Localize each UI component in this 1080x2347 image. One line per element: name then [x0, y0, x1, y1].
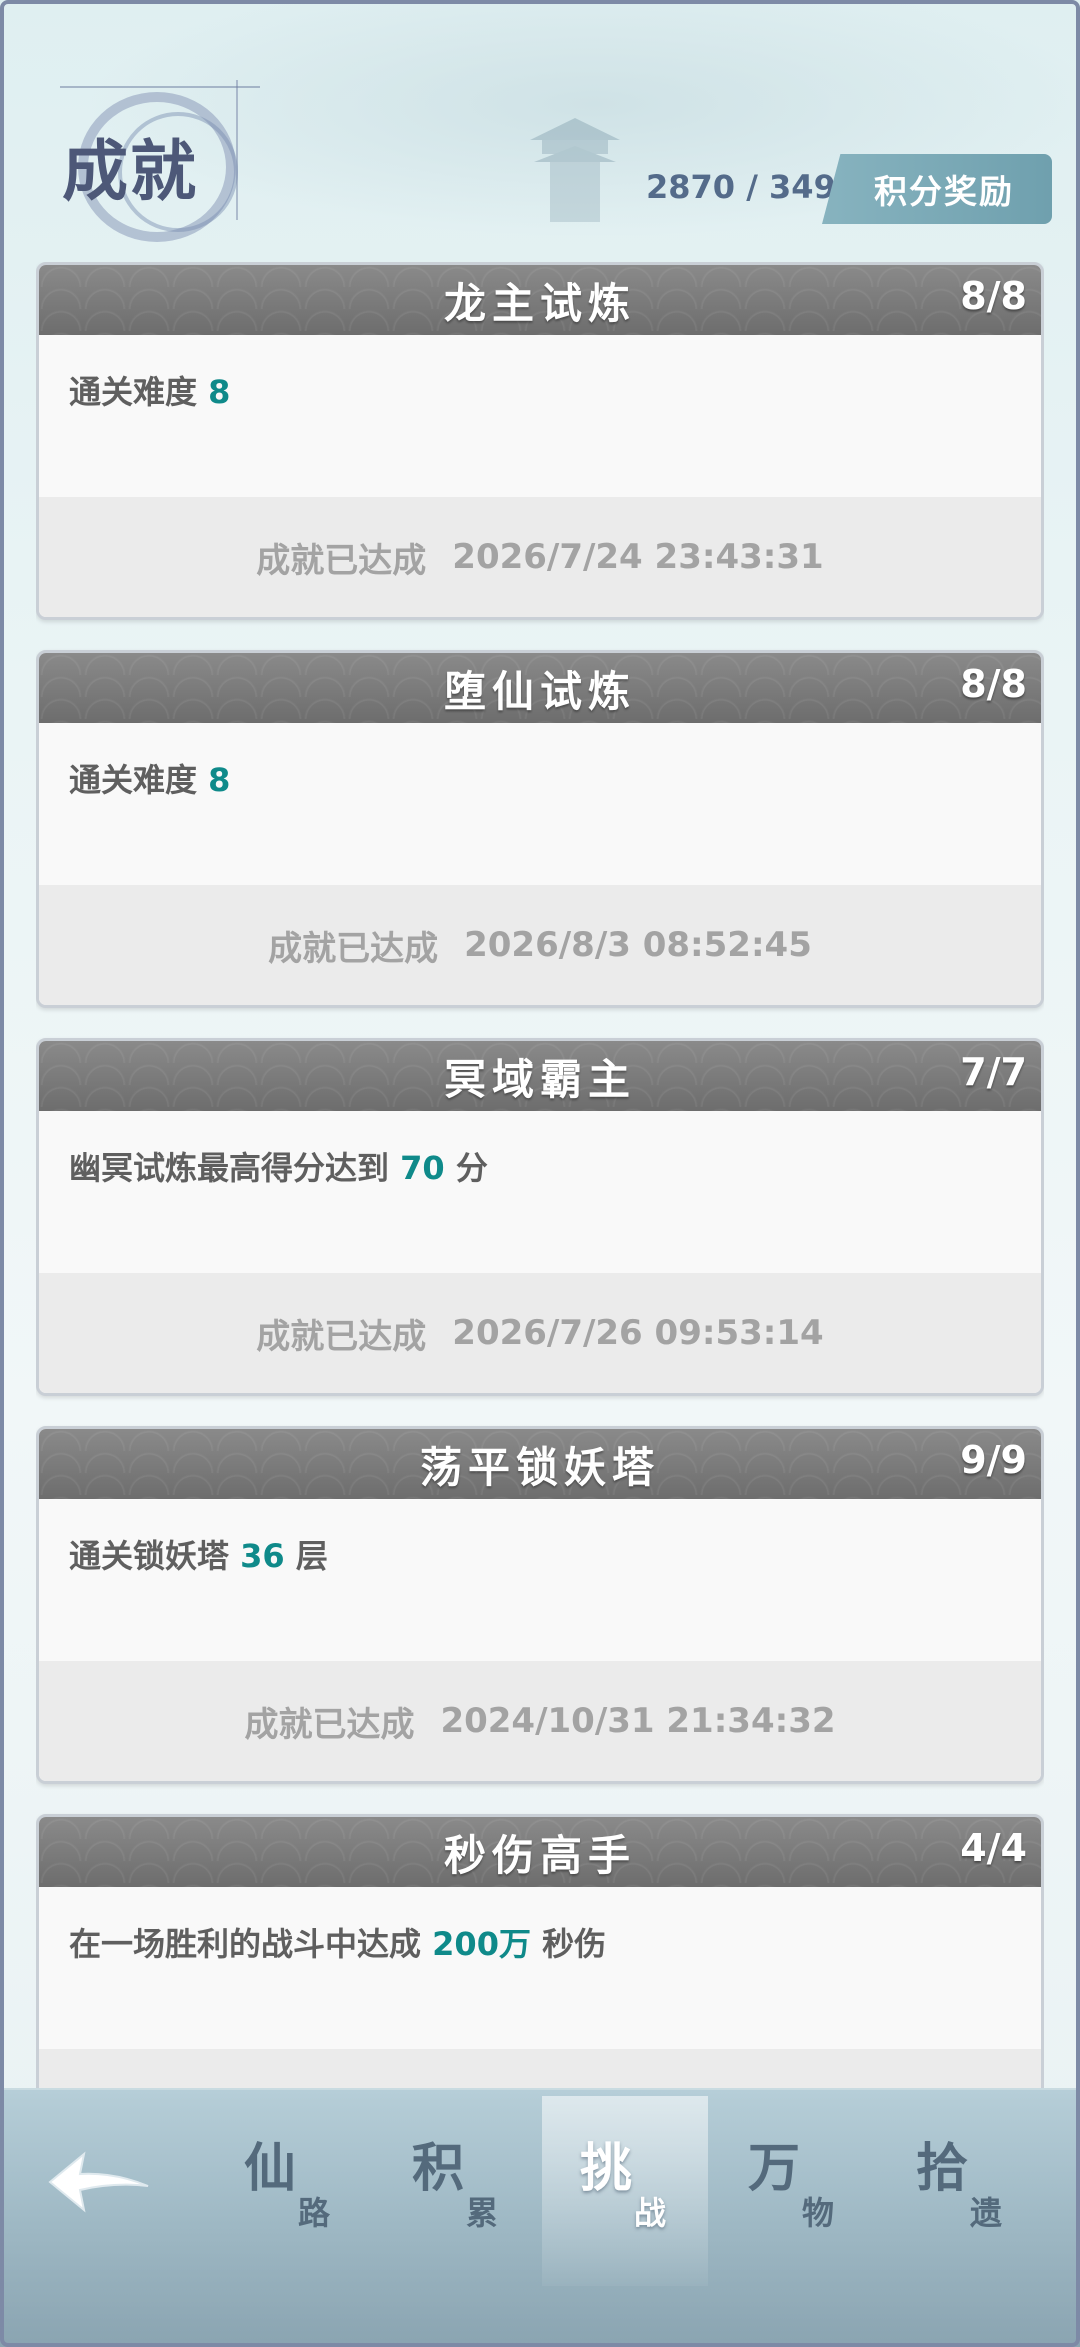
achievement-time: 2024/10/31 21:34:32 [440, 1701, 836, 1741]
achievement-time: 2026/7/24 23:43:31 [452, 537, 824, 577]
tab-sub-char: 遗 [970, 2194, 1003, 2232]
achievement-status-bar: 成就已达成 2026/8/3 08:52:45 [39, 885, 1041, 1005]
achievement-card: 秒伤高手 4/4 在一场胜利的战斗中达成 200万 秒伤 [36, 1814, 1044, 2092]
tab-sub-char: 累 [466, 2194, 499, 2232]
tab-main-char: 仙 [244, 2138, 297, 2199]
page-title: 成就 [62, 132, 198, 210]
achievement-progress: 8/8 [960, 662, 1027, 706]
desc-value: 8 [208, 373, 231, 411]
desc-prefix: 通关锁妖塔 [69, 1537, 241, 1575]
achievement-status-bar [39, 2049, 1041, 2092]
desc-prefix: 幽冥试炼最高得分达到 [69, 1149, 401, 1187]
achievement-card: 荡平锁妖塔 9/9 通关锁妖塔 36 层 成就已达成 2024/10/31 21:… [36, 1426, 1044, 1784]
title-decor-line-vertical [236, 80, 238, 220]
achievement-status: 成就已达成 [268, 928, 439, 969]
tab-xianlu[interactable]: 仙 路 [206, 2096, 372, 2286]
desc-prefix: 在一场胜利的战斗中达成 [69, 1925, 433, 1963]
achievement-progress: 9/9 [960, 1438, 1027, 1482]
back-arrow-icon[interactable] [44, 2142, 154, 2222]
desc-suffix: 分 [444, 1149, 488, 1187]
tab-wanwu[interactable]: 万 物 [710, 2096, 876, 2286]
score-separator: / [746, 168, 758, 206]
tab-jilei[interactable]: 积 累 [374, 2096, 540, 2286]
achievement-card-header: 秒伤高手 4/4 [39, 1817, 1041, 1887]
desc-value: 200万 [432, 1925, 531, 1963]
header: 成就 2870 / 3490 积分奖励 [0, 0, 1080, 260]
tab-main-char: 积 [412, 2138, 465, 2199]
desc-value: 70 [400, 1149, 445, 1187]
desc-value: 8 [208, 761, 231, 799]
points-reward-button[interactable]: 积分奖励 [822, 154, 1052, 224]
achievement-title: 龙主试炼 [443, 278, 636, 328]
achievement-card-header: 堕仙试炼 8/8 [39, 653, 1041, 723]
tab-tiaozhan[interactable]: 挑 战 [542, 2096, 708, 2286]
achievement-card-header: 荡平锁妖塔 9/9 [39, 1429, 1041, 1499]
achievement-progress: 4/4 [960, 1826, 1027, 1870]
achievement-card: 冥域霸主 7/7 幽冥试炼最高得分达到 70 分 成就已达成 2026/7/26 … [36, 1038, 1044, 1396]
achievement-description: 幽冥试炼最高得分达到 70 分 [39, 1111, 1041, 1273]
desc-value: 36 [240, 1537, 285, 1575]
tab-sub-char: 物 [802, 2194, 835, 2232]
tab-main-char: 拾 [916, 2138, 969, 2199]
tab-sub-char: 战 [634, 2194, 667, 2232]
achievement-time: 2026/7/26 09:53:14 [452, 1313, 824, 1353]
achievement-progress: 8/8 [960, 274, 1027, 318]
tab-shiyi[interactable]: 拾 遗 [878, 2096, 1044, 2286]
achievement-status: 成就已达成 [256, 540, 427, 581]
achievement-description: 通关锁妖塔 36 层 [39, 1499, 1041, 1661]
achievement-title: 堕仙试炼 [443, 666, 636, 716]
achievement-status: 成就已达成 [244, 1704, 415, 1745]
achievement-description: 通关难度 8 [39, 723, 1041, 885]
achievement-description: 通关难度 8 [39, 335, 1041, 497]
desc-prefix: 通关难度 [69, 761, 209, 799]
achievement-time: 2026/8/3 08:52:45 [464, 925, 812, 965]
title-decor-line [60, 86, 260, 88]
desc-suffix: 秒伤 [530, 1925, 607, 1963]
pavilion-decor [530, 118, 620, 222]
achievement-description: 在一场胜利的战斗中达成 200万 秒伤 [39, 1887, 1041, 2049]
achievement-status-bar: 成就已达成 2024/10/31 21:34:32 [39, 1661, 1041, 1781]
achievement-card-header: 冥域霸主 7/7 [39, 1041, 1041, 1111]
tab-main-char: 万 [748, 2138, 801, 2199]
score-display: 2870 / 3490 [646, 168, 858, 206]
achievement-status: 成就已达成 [256, 1316, 427, 1357]
achievement-title: 秒伤高手 [443, 1830, 636, 1880]
achievement-list[interactable]: 龙主试炼 8/8 通关难度 8 成就已达成 2026/7/24 23:43:31 … [36, 262, 1044, 2092]
achievement-progress: 7/7 [960, 1050, 1027, 1094]
achievement-card: 龙主试炼 8/8 通关难度 8 成就已达成 2026/7/24 23:43:31 [36, 262, 1044, 620]
achievement-card-header: 龙主试炼 8/8 [39, 265, 1041, 335]
tab-sub-char: 路 [298, 2194, 331, 2232]
desc-suffix: 层 [284, 1537, 328, 1575]
achievement-card: 堕仙试炼 8/8 通关难度 8 成就已达成 2026/8/3 08:52:45 [36, 650, 1044, 1008]
achievement-title: 冥域霸主 [443, 1054, 636, 1104]
score-current: 2870 [646, 168, 736, 206]
achievement-title: 荡平锁妖塔 [419, 1442, 660, 1492]
achievement-status-bar: 成就已达成 2026/7/24 23:43:31 [39, 497, 1041, 617]
tab-main-char: 挑 [580, 2138, 633, 2199]
achievement-status-bar: 成就已达成 2026/7/26 09:53:14 [39, 1273, 1041, 1393]
desc-prefix: 通关难度 [69, 373, 209, 411]
